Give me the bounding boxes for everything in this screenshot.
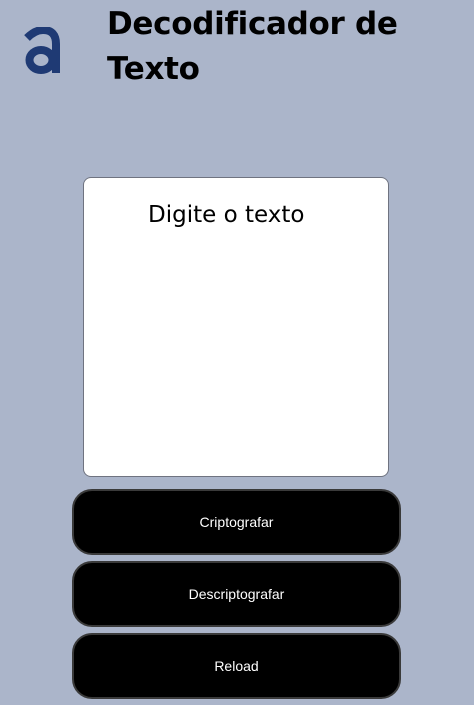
reload-button[interactable]: Reload — [72, 633, 401, 699]
alura-logo-icon — [24, 27, 60, 74]
encrypt-button[interactable]: Criptografar — [72, 489, 401, 555]
text-input[interactable] — [83, 177, 389, 477]
decrypt-button[interactable]: Descriptografar — [72, 561, 401, 627]
page-title: Decodificador de Texto — [107, 6, 398, 87]
